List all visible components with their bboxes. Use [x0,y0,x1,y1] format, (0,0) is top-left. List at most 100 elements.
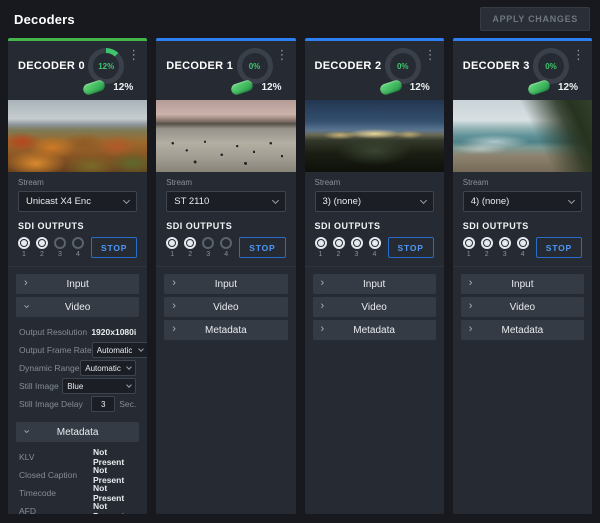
sdi-output-toggle-3[interactable] [351,237,363,249]
sdi-output-number: 2 [40,251,44,258]
sdi-output-3: 3 [499,237,511,258]
sdi-output-toggle-1[interactable] [18,237,30,249]
metadata-row-closed-caption: Closed Caption Not Present [19,466,136,484]
section-input[interactable]: › Input [164,274,287,294]
section-metadata[interactable]: › Metadata [461,320,584,340]
decoder-card-2: DECODER 2 0% ⋮ 12% Stream 3) (none) SDI … [305,38,444,514]
section-accordions: › Input › Video › Metadata [305,267,444,348]
status-pill-icon [82,79,106,96]
header-right-group: 12% ⋮ [88,48,140,84]
sdi-output-toggle-1[interactable] [463,237,475,249]
sdi-output-3: 3 [54,237,66,258]
section-label: Input [16,279,139,290]
stop-button[interactable]: STOP [239,237,285,258]
section-video[interactable]: › Video [164,297,287,317]
usage-row: 12% [156,82,295,100]
section-metadata[interactable]: › Metadata [313,320,436,340]
sdi-output-toggle-2[interactable] [481,237,493,249]
section-input[interactable]: › Input [461,274,584,294]
metadata-row-klv: KLV Not Present [19,448,136,466]
kebab-menu-icon[interactable]: ⋮ [424,48,437,61]
sdi-output-number: 1 [170,251,174,258]
metadata-value: Not Present [93,501,136,514]
chevron-down-icon [271,196,278,203]
sdi-output-toggle-2[interactable] [333,237,345,249]
stream-block: Stream Unicast X4 Enc [8,172,147,220]
section-label: Metadata [313,325,436,336]
sdi-output-toggle-3[interactable] [202,237,214,249]
stream-select-value: ST 2110 [174,196,209,207]
stream-select[interactable]: ST 2110 [166,191,285,212]
chevron-right-icon: › [172,324,176,335]
section-accordions: › Input › Video Output Resolution 1920x1… [8,267,147,514]
stop-button[interactable]: STOP [91,237,137,258]
section-input[interactable]: › Input [16,274,139,294]
stream-block: Stream ST 2110 [156,172,295,220]
section-video[interactable]: › Video [461,297,584,317]
usage-percent: 12% [261,82,281,93]
sdi-output-toggle-3[interactable] [54,237,66,249]
chevron-right-icon: › [321,301,325,312]
still-image-delay-input[interactable] [91,396,115,412]
video-preview-thumbnail [305,100,444,172]
sdi-output-toggle-4[interactable] [517,237,529,249]
sdi-outputs-section: SDI OUTPUTS 1 2 3 [156,220,295,267]
decoder-card-header: DECODER 2 0% ⋮ [305,41,444,84]
sdi-output-number: 3 [206,251,210,258]
kebab-menu-icon[interactable]: ⋮ [572,48,585,61]
chevron-down-icon [138,346,144,352]
chevron-right-icon: › [469,324,473,335]
sdi-outputs-row: 1 2 3 4 STOP [315,237,434,258]
sdi-output-toggle-4[interactable] [72,237,84,249]
usage-percent: 12% [558,82,578,93]
section-video[interactable]: › Video [313,297,436,317]
output-frame-rate-select[interactable]: Automatic [92,342,147,358]
chevron-right-icon: › [321,324,325,335]
apply-changes-button[interactable]: APPLY CHANGES [480,7,590,31]
section-label: Video [164,302,287,313]
section-label: Video [313,302,436,313]
field-output-resolution: Output Resolution 1920x1080i [19,323,136,341]
stream-select[interactable]: 4) (none) [463,191,582,212]
status-pill-icon [379,79,403,96]
kebab-menu-icon[interactable]: ⋮ [127,48,140,61]
sdi-output-toggle-3[interactable] [499,237,511,249]
still-image-select[interactable]: Blue [62,378,136,394]
sdi-toggle-group: 1 2 3 4 [18,237,84,258]
video-preview-thumbnail [156,100,295,172]
stop-button[interactable]: STOP [536,237,582,258]
stream-select[interactable]: Unicast X4 Enc [18,191,137,212]
decoder-card-0: DECODER 0 12% ⋮ 12% Stream Unicast X4 En… [8,38,147,514]
kebab-menu-icon[interactable]: ⋮ [276,48,289,61]
chevron-down-icon [123,196,130,203]
metadata-panel: KLV Not Present Closed Caption Not Prese… [16,445,139,514]
dynamic-range-select[interactable]: Automatic [80,360,136,376]
section-video[interactable]: › Video [16,297,139,317]
sdi-output-toggle-1[interactable] [315,237,327,249]
stream-select[interactable]: 3) (none) [315,191,434,212]
load-gauge-value: 0% [249,62,261,71]
section-input[interactable]: › Input [313,274,436,294]
stop-button[interactable]: STOP [388,237,434,258]
metadata-value: Not Present [93,447,136,467]
section-metadata[interactable]: › Metadata [16,422,139,442]
metadata-label: AFD [19,506,93,514]
header-right-group: 0% ⋮ [237,48,289,84]
decoder-card-header: DECODER 0 12% ⋮ [8,41,147,84]
sdi-output-toggle-4[interactable] [220,237,232,249]
section-metadata[interactable]: › Metadata [164,320,287,340]
sdi-output-number: 4 [224,251,228,258]
section-label: Input [313,279,436,290]
sdi-output-toggle-2[interactable] [36,237,48,249]
sdi-output-toggle-2[interactable] [184,237,196,249]
sdi-outputs-section: SDI OUTPUTS 1 2 3 [8,220,147,267]
load-gauge: 0% [533,48,569,84]
usage-row: 12% [453,82,592,100]
sdi-output-4: 4 [517,237,529,258]
sdi-output-toggle-4[interactable] [369,237,381,249]
sdi-output-number: 4 [76,251,80,258]
status-pill-icon [527,79,551,96]
metadata-value: Not Present [93,465,136,485]
usage-percent: 12% [410,82,430,93]
sdi-output-toggle-1[interactable] [166,237,178,249]
